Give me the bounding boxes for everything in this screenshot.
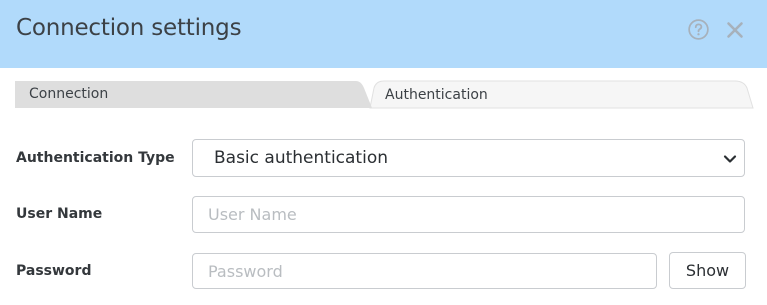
dialog-title: Connection settings [16, 15, 242, 41]
help-icon[interactable] [688, 19, 709, 40]
dialog-header: Connection settings [0, 0, 767, 68]
password-label: Password [16, 263, 92, 279]
tab-bar: Connection Authentication [0, 80, 767, 110]
show-password-button[interactable]: Show [669, 252, 746, 289]
close-icon[interactable] [726, 21, 744, 39]
tab-connection-label: Connection [29, 86, 109, 102]
password-input[interactable] [192, 253, 657, 289]
chevron-down-icon [723, 155, 737, 163]
connection-settings-dialog: Connection settings Connection Authentic… [0, 0, 767, 305]
authentication-type-label: Authentication Type [16, 150, 175, 166]
user-name-input[interactable] [192, 196, 745, 233]
tab-authentication-label: Authentication [385, 87, 488, 103]
authentication-type-value: Basic authentication [214, 148, 388, 168]
user-name-label: User Name [16, 206, 103, 222]
authentication-type-select[interactable]: Basic authentication [192, 139, 745, 177]
